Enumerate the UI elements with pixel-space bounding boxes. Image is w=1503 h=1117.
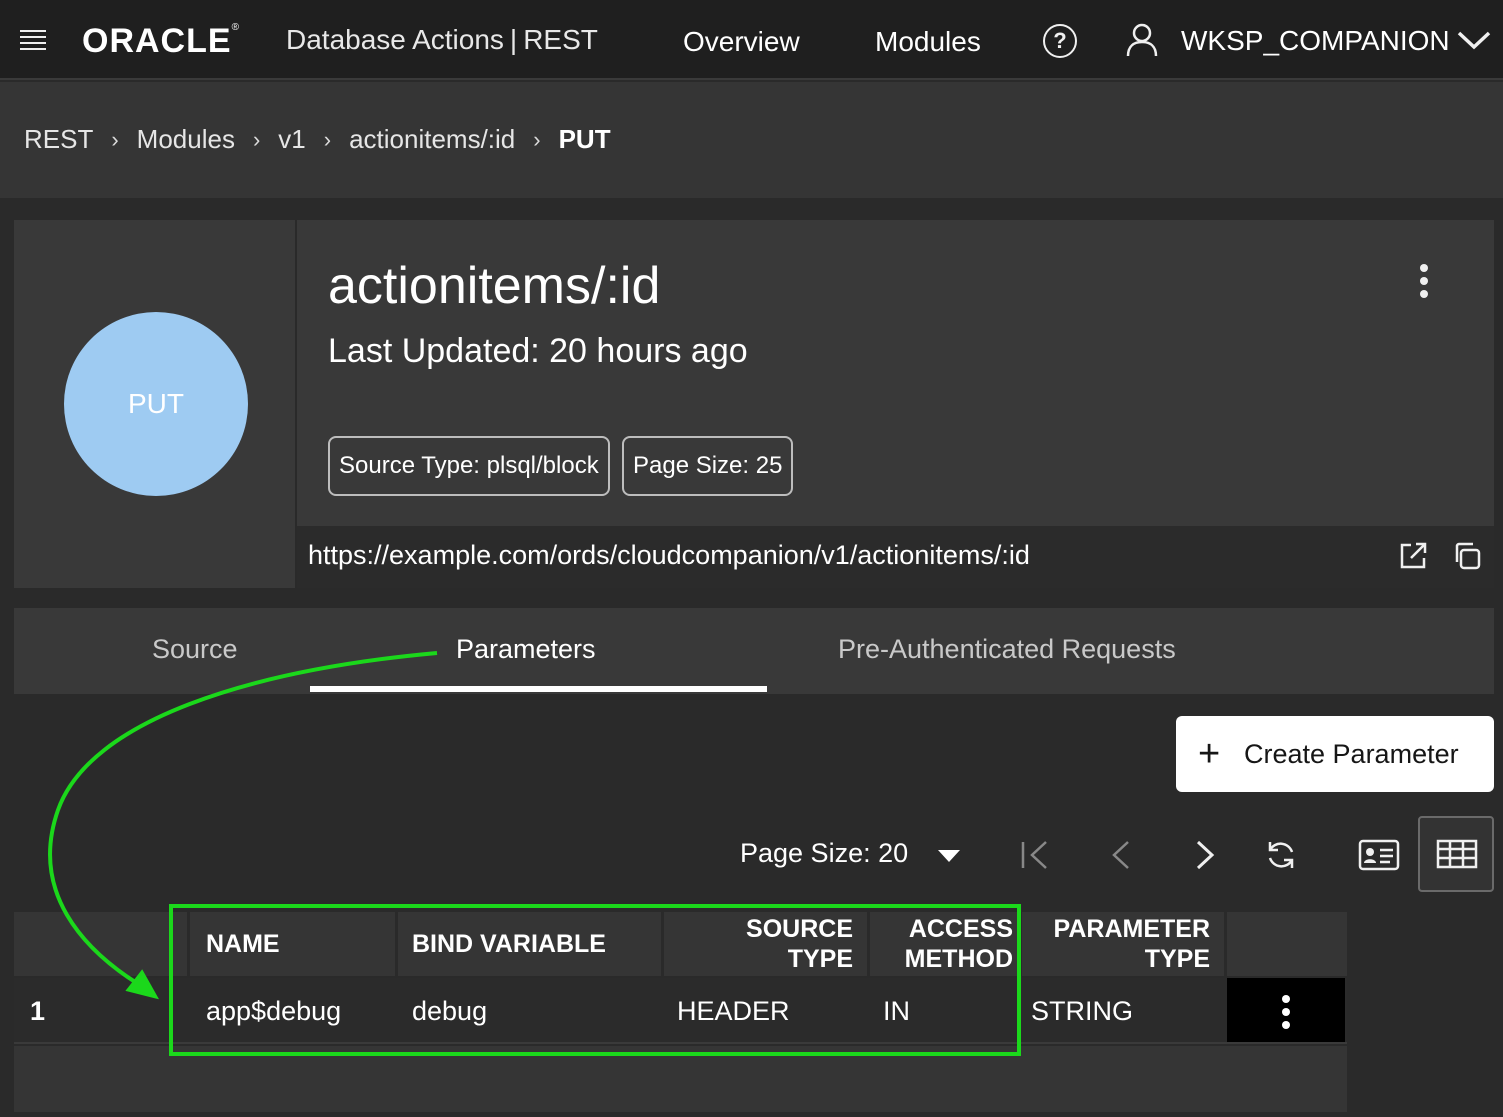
chevron-down-icon[interactable] <box>1456 28 1492 52</box>
column-header-actions <box>1227 912 1347 976</box>
breadcrumb-rest[interactable]: REST <box>24 124 93 155</box>
column-header-access-line2: METHOD <box>904 945 1013 973</box>
column-header-source-line2: TYPE <box>787 945 853 973</box>
last-updated: Last Updated: 20 hours ago <box>328 332 748 370</box>
handler-card: PUT actionitems/:id Last Updated: 20 hou… <box>14 220 1494 588</box>
cell-name[interactable]: app$debug <box>206 978 341 1044</box>
row-menu-button[interactable] <box>1227 978 1345 1042</box>
oracle-logo[interactable]: ORACLE® <box>82 22 240 61</box>
breadcrumb-separator-icon: › <box>323 126 332 152</box>
column-header-bind-text: BIND VARIABLE <box>412 930 606 958</box>
next-page-icon[interactable] <box>1188 838 1222 872</box>
open-external-icon[interactable] <box>1397 540 1429 572</box>
cell-parameter-type[interactable]: STRING <box>1031 978 1133 1044</box>
cell-bind-variable[interactable]: debug <box>412 978 487 1044</box>
table-view-icon <box>1436 839 1478 869</box>
row-menu-icon <box>1227 978 1345 1029</box>
cell-source-type[interactable]: HEADER <box>677 978 790 1044</box>
active-tab-indicator <box>310 686 767 692</box>
column-header-bind-variable[interactable]: BIND VARIABLE <box>398 912 664 976</box>
url-bar: https://example.com/ords/cloudcompanion/… <box>297 526 1494 588</box>
product-section: REST <box>523 24 598 55</box>
page-size-chip: Page Size: 25 <box>622 436 794 496</box>
create-parameter-label: Create Parameter <box>1244 739 1459 769</box>
user-icon[interactable] <box>1125 22 1159 58</box>
column-header-name-text: NAME <box>206 930 280 958</box>
breadcrumb-separator-icon: › <box>533 126 541 152</box>
copy-icon[interactable] <box>1451 540 1483 572</box>
column-header-source-line1: SOURCE <box>746 915 853 943</box>
method-panel: PUT <box>14 220 297 588</box>
breadcrumb-current: PUT <box>558 124 611 154</box>
product-name: Database Actions <box>286 24 504 55</box>
nav-modules[interactable]: Modules <box>875 26 981 58</box>
breadcrumb-v1[interactable]: v1 <box>278 124 305 155</box>
nav-overview[interactable]: Overview <box>683 26 800 58</box>
parameters-table: NAME BIND VARIABLE SOURCE TYPE ACCESS METH… <box>14 912 1347 1112</box>
previous-page-icon[interactable] <box>1104 838 1138 872</box>
column-header-access-method[interactable]: ACCESS METHOD <box>870 912 1022 976</box>
table-footer <box>14 1046 1347 1112</box>
breadcrumb-modules[interactable]: Modules <box>137 124 235 155</box>
table-row[interactable]: 1 app$debug debug HEADER IN STRING <box>14 978 1347 1044</box>
tab-pre-authenticated-requests[interactable]: Pre-Authenticated Requests <box>838 634 1176 665</box>
product-title: Database Actions | REST <box>286 24 598 56</box>
column-header-param-line1: PARAMETER <box>1053 915 1210 943</box>
user-name[interactable]: WKSP_COMPANION <box>1181 25 1450 57</box>
first-page-icon[interactable] <box>1018 838 1052 872</box>
tab-source[interactable]: Source <box>152 634 238 665</box>
cell-access-method[interactable]: IN <box>883 978 910 1044</box>
method-badge: PUT <box>64 312 248 496</box>
handler-title: actionitems/:id <box>328 257 661 315</box>
tab-bar: Source Parameters Pre-Authenticated Requ… <box>14 608 1494 694</box>
create-parameter-button[interactable]: + Create Parameter <box>1176 716 1494 792</box>
table-header: NAME BIND VARIABLE SOURCE TYPE ACCESS METH… <box>14 912 1347 976</box>
plus-icon: + <box>1198 733 1221 775</box>
table-view-button[interactable] <box>1418 816 1494 892</box>
refresh-icon[interactable] <box>1264 838 1298 872</box>
pager-toolbar: Page Size: 20 <box>0 810 1503 900</box>
trademark: ® <box>231 22 240 33</box>
breadcrumb-separator-icon: › <box>252 126 261 152</box>
row-index: 1 <box>30 996 46 1026</box>
top-bar: ORACLE® Database Actions | REST Overview M… <box>0 0 1503 80</box>
column-header-name[interactable]: NAME <box>190 912 398 976</box>
column-header-parameter-type[interactable]: PARAMETER TYPE <box>1022 912 1227 976</box>
help-icon[interactable]: ? <box>1043 24 1077 58</box>
hamburger-menu-icon[interactable] <box>20 30 46 50</box>
handler-url[interactable]: https://example.com/ords/cloudcompanion/… <box>308 540 1030 571</box>
breadcrumb-bar: REST › Modules › v1 › actionitems/:id › … <box>0 82 1503 198</box>
page-size-select[interactable]: Page Size: 20 <box>740 838 908 869</box>
column-header-source-type[interactable]: SOURCE TYPE <box>664 912 870 976</box>
breadcrumb-separator-icon: › <box>111 126 119 152</box>
column-header-param-line2: TYPE <box>1144 945 1210 973</box>
handler-menu-icon[interactable] <box>1414 264 1434 304</box>
product-separator: | <box>509 24 518 55</box>
breadcrumb-template[interactable]: actionitems/:id <box>349 124 515 155</box>
breadcrumb: REST › Modules › v1 › actionitems/:id › … <box>24 124 611 155</box>
column-header-index <box>14 912 190 976</box>
column-header-access-line1: ACCESS <box>908 915 1013 943</box>
caret-down-icon[interactable] <box>938 850 960 862</box>
tab-parameters[interactable]: Parameters <box>456 634 596 665</box>
card-view-icon[interactable] <box>1358 838 1400 872</box>
brand-text: ORACLE <box>82 22 232 60</box>
source-type-chip: Source Type: plsql/block <box>328 436 610 496</box>
